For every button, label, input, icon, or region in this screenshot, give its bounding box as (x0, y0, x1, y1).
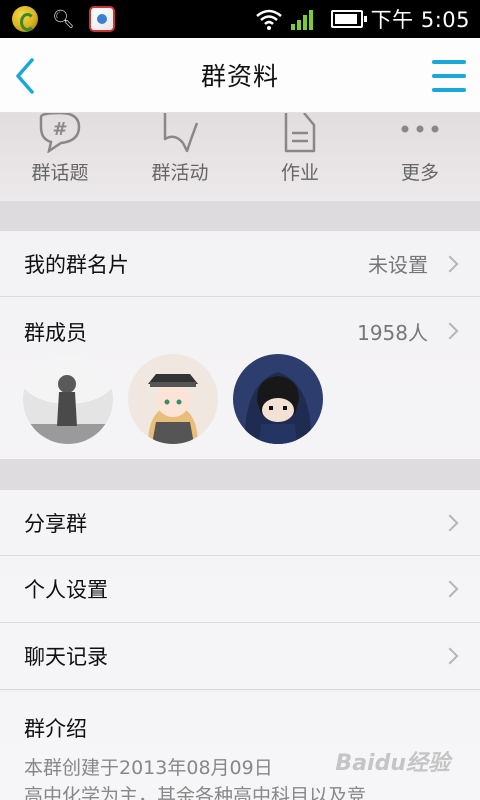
intro-title: 群介绍 (24, 717, 87, 741)
wifi-icon (255, 9, 282, 30)
document-icon (284, 113, 316, 153)
hashtag-bubble-icon: # (39, 113, 81, 153)
quick-actions: # 群话题 群活动 作业 更多 (0, 113, 480, 201)
member-section: 我的群名片 未设置 群成员 1958人 (0, 230, 480, 460)
quick-action-homework[interactable]: 作业 (240, 113, 360, 201)
group-intro-section: 群介绍 本群创建于2013年08月09日 高中化学为主，其余各种高中科目以及竞 … (0, 693, 480, 800)
flag-icon (163, 113, 199, 153)
member-avatar[interactable] (233, 354, 323, 444)
page-title: 群资料 (200, 62, 279, 91)
my-group-card-row[interactable]: 我的群名片 未设置 (0, 230, 480, 297)
quick-action-label: 更多 (400, 162, 439, 184)
row-label: 分享群 (24, 511, 87, 536)
share-group-row[interactable]: 分享群 (0, 489, 480, 556)
watermark: Baidu经验 (335, 751, 450, 776)
clock: 下午 5:05 (370, 8, 470, 32)
personal-settings-row[interactable]: 个人设置 (0, 556, 480, 623)
chevron-right-icon (441, 322, 459, 340)
chevron-right-icon (441, 255, 459, 272)
quick-action-events[interactable]: 群活动 (120, 113, 240, 201)
row-label: 聊天记录 (24, 645, 108, 669)
quick-action-label: 群活动 (151, 162, 209, 184)
chevron-right-icon (441, 647, 459, 665)
chevron-left-icon[interactable] (10, 56, 44, 96)
quick-action-more[interactable]: 更多 (360, 113, 480, 201)
search-icon: 🔍︎ (52, 8, 75, 30)
quick-action-label: 群话题 (31, 162, 89, 184)
section-divider (0, 460, 480, 489)
row-label: 群成员 (24, 321, 87, 345)
status-bar: 🔍︎ 下午 5:05 (0, 0, 480, 38)
member-avatar[interactable] (23, 354, 113, 444)
battery-icon (330, 10, 367, 28)
qq-icon (88, 6, 115, 32)
title-bar: 群资料 (0, 38, 480, 113)
intro-text-line: 高中化学为主，其余各种高中科目以及竞 (24, 785, 367, 800)
chat-history-row[interactable]: 聊天记录 (0, 623, 480, 690)
member-count: 1958人 (357, 321, 428, 345)
signal-icon (290, 8, 313, 30)
settings-section: 分享群 个人设置 聊天记录 (0, 489, 480, 690)
row-label: 个人设置 (24, 578, 108, 602)
quick-action-label: 作业 (280, 162, 319, 184)
quick-action-topics[interactable]: # 群话题 (0, 113, 120, 201)
group-members-row[interactable]: 群成员 1958人 (0, 297, 480, 460)
intro-text-line: 本群创建于2013年08月09日 (24, 757, 273, 779)
hamburger-menu-icon[interactable] (432, 60, 466, 92)
member-avatar[interactable] (128, 354, 218, 444)
chevron-right-icon (441, 580, 459, 598)
app-icon (12, 6, 38, 32)
section-divider (0, 201, 480, 230)
row-label: 我的群名片 (24, 252, 129, 277)
more-dots-icon (401, 125, 439, 133)
chevron-right-icon (441, 514, 459, 531)
row-value: 未设置 (368, 253, 428, 277)
svg-text:#: # (52, 119, 67, 140)
